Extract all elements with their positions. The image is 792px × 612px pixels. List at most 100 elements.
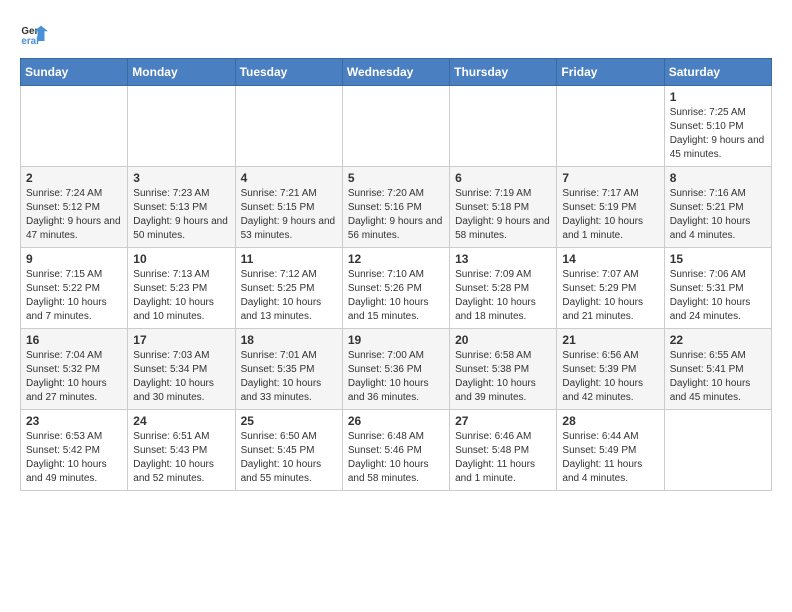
day-info: Sunrise: 7:13 AM Sunset: 5:23 PM Dayligh…: [133, 268, 229, 324]
day-cell: 9 Sunrise: 7:15 AM Sunset: 5:22 PM Daylig…: [21, 248, 128, 329]
week-row-3: 9 Sunrise: 7:15 AM Sunset: 5:22 PM Daylig…: [21, 248, 772, 329]
day-number: 10: [133, 252, 229, 266]
day-cell: 17 Sunrise: 7:03 AM Sunset: 5:34 PM Dayli…: [128, 329, 235, 410]
day-number: 12: [348, 252, 444, 266]
calendar: SundayMondayTuesdayWednesdayThursdayFrid…: [20, 58, 772, 491]
day-number: 11: [241, 252, 337, 266]
weekday-header-saturday: Saturday: [664, 59, 771, 86]
day-info: Sunrise: 6:55 AM Sunset: 5:41 PM Dayligh…: [670, 349, 766, 405]
day-cell: 23 Sunrise: 6:53 AM Sunset: 5:42 PM Dayli…: [21, 410, 128, 491]
day-info: Sunrise: 7:03 AM Sunset: 5:34 PM Dayligh…: [133, 349, 229, 405]
day-cell: [235, 86, 342, 167]
day-info: Sunrise: 6:50 AM Sunset: 5:45 PM Dayligh…: [241, 430, 337, 486]
day-cell: 15 Sunrise: 7:06 AM Sunset: 5:31 PM Dayli…: [664, 248, 771, 329]
header: Gen eral: [20, 20, 772, 48]
day-number: 28: [562, 414, 658, 428]
day-number: 1: [670, 90, 766, 104]
day-cell: 18 Sunrise: 7:01 AM Sunset: 5:35 PM Dayli…: [235, 329, 342, 410]
day-cell: 13 Sunrise: 7:09 AM Sunset: 5:28 PM Dayli…: [450, 248, 557, 329]
day-info: Sunrise: 7:12 AM Sunset: 5:25 PM Dayligh…: [241, 268, 337, 324]
day-number: 24: [133, 414, 229, 428]
day-cell: 21 Sunrise: 6:56 AM Sunset: 5:39 PM Dayli…: [557, 329, 664, 410]
day-cell: 24 Sunrise: 6:51 AM Sunset: 5:43 PM Dayli…: [128, 410, 235, 491]
day-cell: 20Sunrise: 6:58 AM Sunset: 5:38 PM Dayli…: [450, 329, 557, 410]
day-info: Sunrise: 7:15 AM Sunset: 5:22 PM Dayligh…: [26, 268, 122, 324]
day-info: Sunrise: 7:00 AM Sunset: 5:36 PM Dayligh…: [348, 349, 444, 405]
weekday-header-sunday: Sunday: [21, 59, 128, 86]
day-info: Sunrise: 6:53 AM Sunset: 5:42 PM Dayligh…: [26, 430, 122, 486]
day-cell: 16 Sunrise: 7:04 AM Sunset: 5:32 PM Dayli…: [21, 329, 128, 410]
day-cell: 8 Sunrise: 7:16 AM Sunset: 5:21 PM Daylig…: [664, 167, 771, 248]
day-number: 9: [26, 252, 122, 266]
day-info: Sunrise: 7:06 AM Sunset: 5:31 PM Dayligh…: [670, 268, 766, 324]
day-number: 16: [26, 333, 122, 347]
day-info: Sunrise: 7:25 AM Sunset: 5:10 PM Dayligh…: [670, 106, 766, 162]
weekday-header-thursday: Thursday: [450, 59, 557, 86]
day-cell: 19Sunrise: 7:00 AM Sunset: 5:36 PM Dayli…: [342, 329, 449, 410]
day-info: Sunrise: 7:17 AM Sunset: 5:19 PM Dayligh…: [562, 187, 658, 243]
day-info: Sunrise: 7:16 AM Sunset: 5:21 PM Dayligh…: [670, 187, 766, 243]
day-info: Sunrise: 6:51 AM Sunset: 5:43 PM Dayligh…: [133, 430, 229, 486]
week-row-2: 2 Sunrise: 7:24 AM Sunset: 5:12 PM Daylig…: [21, 167, 772, 248]
day-cell: [450, 86, 557, 167]
day-cell: [342, 86, 449, 167]
day-number: 26: [348, 414, 444, 428]
day-info: Sunrise: 7:10 AM Sunset: 5:26 PM Dayligh…: [348, 268, 444, 324]
day-info: Sunrise: 7:24 AM Sunset: 5:12 PM Dayligh…: [26, 187, 122, 243]
day-info: Sunrise: 7:04 AM Sunset: 5:32 PM Dayligh…: [26, 349, 122, 405]
day-info: Sunrise: 7:07 AM Sunset: 5:29 PM Dayligh…: [562, 268, 658, 324]
weekday-header-row: SundayMondayTuesdayWednesdayThursdayFrid…: [21, 59, 772, 86]
day-info: Sunrise: 7:09 AM Sunset: 5:28 PM Dayligh…: [455, 268, 551, 324]
day-info: Sunrise: 7:23 AM Sunset: 5:13 PM Dayligh…: [133, 187, 229, 243]
day-cell: 26 Sunrise: 6:48 AM Sunset: 5:46 PM Dayli…: [342, 410, 449, 491]
day-number: 18: [241, 333, 337, 347]
day-number: 15: [670, 252, 766, 266]
day-cell: 10 Sunrise: 7:13 AM Sunset: 5:23 PM Dayli…: [128, 248, 235, 329]
day-number: 27: [455, 414, 551, 428]
day-info: Sunrise: 7:01 AM Sunset: 5:35 PM Dayligh…: [241, 349, 337, 405]
day-info: Sunrise: 7:20 AM Sunset: 5:16 PM Dayligh…: [348, 187, 444, 243]
day-number: 2: [26, 171, 122, 185]
day-info: Sunrise: 6:46 AM Sunset: 5:48 PM Dayligh…: [455, 430, 551, 486]
svg-text:eral: eral: [21, 36, 39, 47]
day-number: 22: [670, 333, 766, 347]
weekday-header-monday: Monday: [128, 59, 235, 86]
day-number: 13: [455, 252, 551, 266]
day-number: 23: [26, 414, 122, 428]
day-cell: 14 Sunrise: 7:07 AM Sunset: 5:29 PM Dayli…: [557, 248, 664, 329]
day-cell: 25Sunrise: 6:50 AM Sunset: 5:45 PM Dayli…: [235, 410, 342, 491]
day-cell: [21, 86, 128, 167]
day-cell: 4 Sunrise: 7:21 AM Sunset: 5:15 PM Daylig…: [235, 167, 342, 248]
weekday-header-tuesday: Tuesday: [235, 59, 342, 86]
day-cell: 12 Sunrise: 7:10 AM Sunset: 5:26 PM Dayli…: [342, 248, 449, 329]
week-row-1: 1 Sunrise: 7:25 AM Sunset: 5:10 PM Daylig…: [21, 86, 772, 167]
day-number: 6: [455, 171, 551, 185]
day-cell: 1 Sunrise: 7:25 AM Sunset: 5:10 PM Daylig…: [664, 86, 771, 167]
weekday-header-wednesday: Wednesday: [342, 59, 449, 86]
day-cell: [128, 86, 235, 167]
day-cell: 5 Sunrise: 7:20 AM Sunset: 5:16 PM Daylig…: [342, 167, 449, 248]
day-cell: [557, 86, 664, 167]
day-info: Sunrise: 7:19 AM Sunset: 5:18 PM Dayligh…: [455, 187, 551, 243]
day-cell: 6 Sunrise: 7:19 AM Sunset: 5:18 PM Daylig…: [450, 167, 557, 248]
day-number: 5: [348, 171, 444, 185]
day-cell: 11 Sunrise: 7:12 AM Sunset: 5:25 PM Dayli…: [235, 248, 342, 329]
day-cell: 28 Sunrise: 6:44 AM Sunset: 5:49 PM Dayli…: [557, 410, 664, 491]
day-number: 17: [133, 333, 229, 347]
day-cell: 2 Sunrise: 7:24 AM Sunset: 5:12 PM Daylig…: [21, 167, 128, 248]
day-number: 21: [562, 333, 658, 347]
day-info: Sunrise: 6:58 AM Sunset: 5:38 PM Dayligh…: [455, 349, 551, 405]
day-info: Sunrise: 6:44 AM Sunset: 5:49 PM Dayligh…: [562, 430, 658, 486]
day-number: 14: [562, 252, 658, 266]
day-cell: 7 Sunrise: 7:17 AM Sunset: 5:19 PM Daylig…: [557, 167, 664, 248]
day-info: Sunrise: 6:56 AM Sunset: 5:39 PM Dayligh…: [562, 349, 658, 405]
day-cell: 27 Sunrise: 6:46 AM Sunset: 5:48 PM Dayli…: [450, 410, 557, 491]
logo-icon: Gen eral: [20, 20, 48, 48]
week-row-5: 23 Sunrise: 6:53 AM Sunset: 5:42 PM Dayli…: [21, 410, 772, 491]
day-info: Sunrise: 6:48 AM Sunset: 5:46 PM Dayligh…: [348, 430, 444, 486]
day-number: 8: [670, 171, 766, 185]
day-number: 7: [562, 171, 658, 185]
day-info: Sunrise: 7:21 AM Sunset: 5:15 PM Dayligh…: [241, 187, 337, 243]
logo: Gen eral: [20, 20, 52, 48]
day-number: 4: [241, 171, 337, 185]
